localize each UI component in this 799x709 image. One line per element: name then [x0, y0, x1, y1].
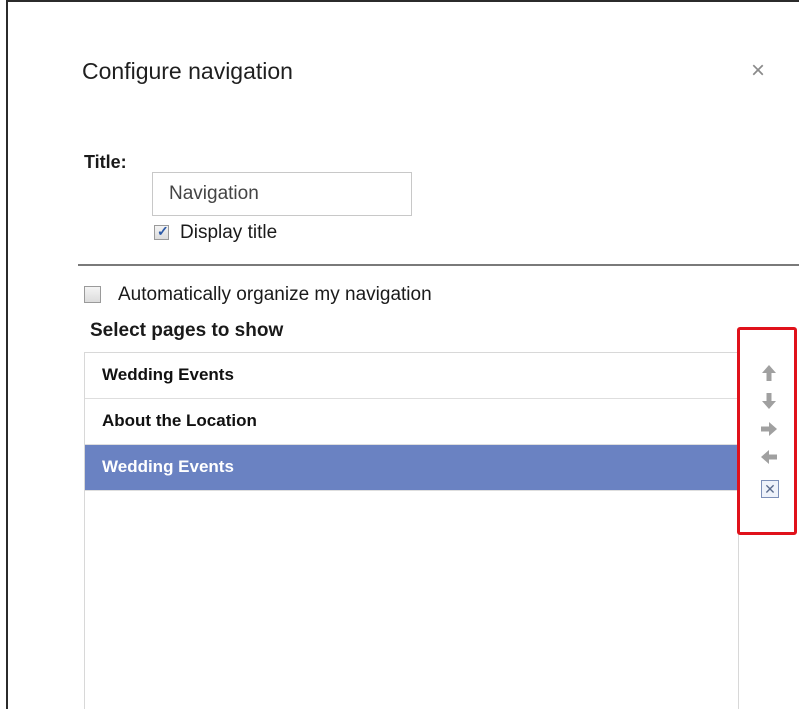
select-pages-heading: Select pages to show — [90, 320, 284, 341]
dialog-title: Configure navigation — [82, 58, 293, 84]
title-field-label: Title: — [84, 152, 127, 172]
configure-navigation-dialog: Configure navigation × Title: ✓ Display … — [0, 0, 799, 709]
display-title-label: Display title — [180, 222, 278, 243]
close-icon[interactable]: × — [747, 59, 769, 83]
remove-icon[interactable]: ✕ — [761, 480, 779, 498]
auto-organize-checkbox[interactable] — [84, 286, 101, 303]
auto-organize-label: Automatically organize my navigation — [118, 284, 432, 305]
section-divider — [78, 264, 799, 266]
window-left-border — [6, 0, 8, 709]
title-input[interactable] — [152, 172, 412, 216]
page-order-controls: ✕ — [737, 327, 797, 535]
checkmark-icon: ✓ — [157, 223, 169, 239]
arrow-left-icon[interactable] — [758, 448, 780, 470]
page-item-wedding-events-selected[interactable]: Wedding Events — [85, 445, 738, 491]
display-title-checkbox[interactable]: ✓ — [154, 223, 169, 240]
arrow-right-icon[interactable] — [758, 420, 780, 442]
arrow-up-icon[interactable] — [758, 364, 780, 386]
page-item-about-the-location[interactable]: About the Location — [85, 399, 738, 445]
arrow-down-icon[interactable] — [758, 392, 780, 414]
pages-list: Wedding Events About the Location Weddin… — [84, 352, 739, 709]
page-item-wedding-events[interactable]: Wedding Events — [85, 353, 738, 399]
window-top-border — [6, 0, 799, 2]
